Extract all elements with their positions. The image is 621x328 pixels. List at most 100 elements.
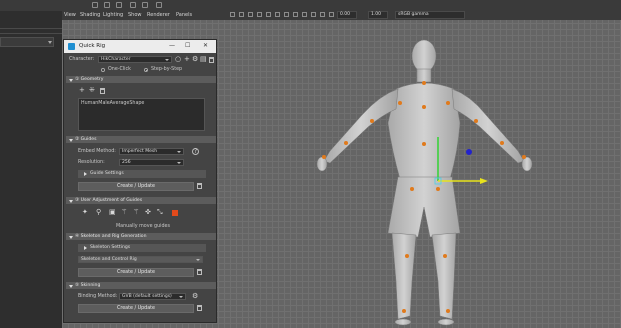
wireframe-icon[interactable] (248, 12, 253, 17)
embed-method-label: Embed Method: (78, 149, 116, 154)
minimize-icon[interactable]: — (169, 42, 175, 49)
menu-renderer[interactable]: Renderer (147, 12, 170, 18)
geometry-list[interactable]: HumanMaleAverageShape (78, 98, 205, 131)
add-icon[interactable]: + (184, 56, 190, 63)
texture-icon[interactable] (266, 12, 271, 17)
resolution-dropdown[interactable]: 256 (119, 159, 184, 166)
menu-lighting[interactable]: Lighting (103, 12, 123, 18)
guide-joint[interactable] (474, 119, 478, 123)
skin-settings-gear-icon[interactable]: ⚙ (192, 293, 198, 300)
smooth-shade-icon[interactable] (257, 12, 262, 17)
skeleton-settings-toggle[interactable]: Skeleton Settings (78, 244, 206, 252)
guide-joint[interactable] (370, 119, 374, 123)
resolution-gate-icon[interactable] (311, 12, 316, 17)
clear-geometry-icon[interactable] (100, 88, 105, 94)
section-skinning[interactable]: ⑤ Skinning (66, 282, 216, 289)
window-titlebar[interactable]: Quick Rig — ☐ ✕ (64, 40, 216, 53)
refresh-icon[interactable]: ○ (175, 56, 181, 63)
guide-joint[interactable] (446, 309, 450, 313)
character-dropdown[interactable]: HikCharacter (98, 56, 172, 63)
guide-joint[interactable] (344, 141, 348, 145)
guides-create-update-button[interactable]: Create / Update (78, 182, 194, 191)
section-guides[interactable]: ② Guides (66, 136, 216, 143)
embed-method-dropdown[interactable]: Imperfect Mesh (119, 148, 184, 155)
binding-method-dropdown[interactable]: GVB (default settings) (119, 293, 186, 300)
guide-pose-icon[interactable]: ✜ (145, 209, 151, 216)
guide-joint[interactable] (436, 187, 440, 191)
character-value: HikCharacter (101, 57, 131, 62)
guide-joint[interactable] (522, 155, 526, 159)
delete-guides-icon[interactable] (197, 183, 202, 189)
character-label: Character: (69, 57, 95, 62)
step-by-step-label: Step-by-Step (151, 67, 183, 72)
exposure-field[interactable]: 0.00 (337, 11, 357, 19)
select-all-guides-icon[interactable]: ▣ (109, 209, 116, 216)
rig-type-dropdown[interactable]: Skeleton and Control Rig (78, 256, 203, 263)
camera-icon[interactable] (230, 12, 235, 17)
embed-method-value: Imperfect Mesh (122, 149, 158, 154)
section-skeleton[interactable]: ④ Skeleton and Rig Generation (66, 233, 216, 240)
quick-rig-window: Quick Rig — ☐ ✕ Character: HikCharacter … (63, 39, 217, 323)
light-icon[interactable] (275, 12, 280, 17)
guide-joint[interactable] (443, 254, 447, 258)
guide-joint[interactable] (500, 141, 504, 145)
select-tool-icon[interactable] (92, 2, 98, 8)
geometry-item[interactable]: HumanMaleAverageShape (81, 101, 144, 106)
isolate-icon[interactable] (302, 12, 307, 17)
menu-shading[interactable]: Shading (80, 12, 100, 18)
scale-tool-icon[interactable] (156, 2, 162, 8)
chevron-down-icon (165, 59, 169, 61)
move-tool-icon[interactable] (130, 2, 136, 8)
section-user-adjustment[interactable]: ③ User Adjustment of Guides (66, 197, 216, 204)
color-space-dropdown[interactable]: sRGB gamma (395, 11, 465, 19)
delete-skeleton-icon[interactable] (197, 269, 202, 275)
paint-tool-icon[interactable] (116, 2, 122, 8)
guide-joint[interactable] (422, 142, 426, 146)
xray-icon[interactable] (293, 12, 298, 17)
guide-right-icon[interactable]: ⚚ (133, 209, 139, 216)
guide-left-icon[interactable]: ⚚ (121, 209, 127, 216)
settings-icon[interactable]: ⚙ (192, 56, 198, 63)
delete-icon[interactable] (209, 57, 214, 63)
skinning-create-update-button[interactable]: Create / Update (78, 304, 194, 313)
guide-joint[interactable] (422, 81, 426, 85)
section-geometry[interactable]: ① Geometry (66, 76, 216, 83)
maximize-icon[interactable]: ☐ (185, 42, 190, 49)
one-click-radio[interactable] (101, 68, 105, 72)
grid-icon[interactable] (239, 12, 244, 17)
skeleton-create-update-button[interactable]: Create / Update (78, 268, 194, 277)
lasso-tool-icon[interactable] (104, 2, 110, 8)
guide-settings-toggle[interactable]: Guide Settings (78, 170, 206, 178)
save-icon[interactable]: ▤ (200, 56, 207, 63)
step-by-step-radio[interactable] (144, 68, 148, 72)
select-geometry-icon[interactable]: ⁜ (89, 87, 95, 94)
left-foot (394, 318, 412, 326)
close-icon[interactable]: ✕ (203, 42, 208, 49)
outliner-dropdown[interactable] (0, 37, 54, 47)
guide-joint[interactable] (446, 101, 450, 105)
left-hand (316, 156, 328, 172)
guide-joint[interactable] (402, 309, 406, 313)
delete-skin-icon[interactable] (197, 305, 202, 311)
guide-joint[interactable] (398, 101, 402, 105)
menu-view[interactable]: View (64, 12, 76, 18)
right-arm (451, 88, 525, 164)
guide-joint[interactable] (422, 105, 426, 109)
mirror-icon[interactable]: ✦ (82, 209, 88, 216)
gamma-field[interactable]: 1.00 (368, 11, 388, 19)
hud-icon[interactable] (320, 12, 325, 17)
guide-joint[interactable] (405, 254, 409, 258)
menu-panels[interactable]: Panels (176, 12, 192, 18)
guide-align-icon[interactable]: ⤡ (157, 209, 163, 216)
guide-color-icon[interactable] (172, 210, 178, 216)
rotate-tool-icon[interactable] (142, 2, 148, 8)
add-geometry-icon[interactable]: + (79, 87, 85, 94)
shadow-icon[interactable] (284, 12, 289, 17)
menu-show[interactable]: Show (128, 12, 142, 18)
help-icon[interactable]: ? (192, 148, 199, 155)
symmetry-icon[interactable]: ⚲ (96, 209, 101, 216)
aa-icon[interactable] (329, 12, 334, 17)
chevron-down-icon (177, 162, 181, 164)
guide-joint[interactable] (410, 187, 414, 191)
guide-joint[interactable] (322, 155, 326, 159)
